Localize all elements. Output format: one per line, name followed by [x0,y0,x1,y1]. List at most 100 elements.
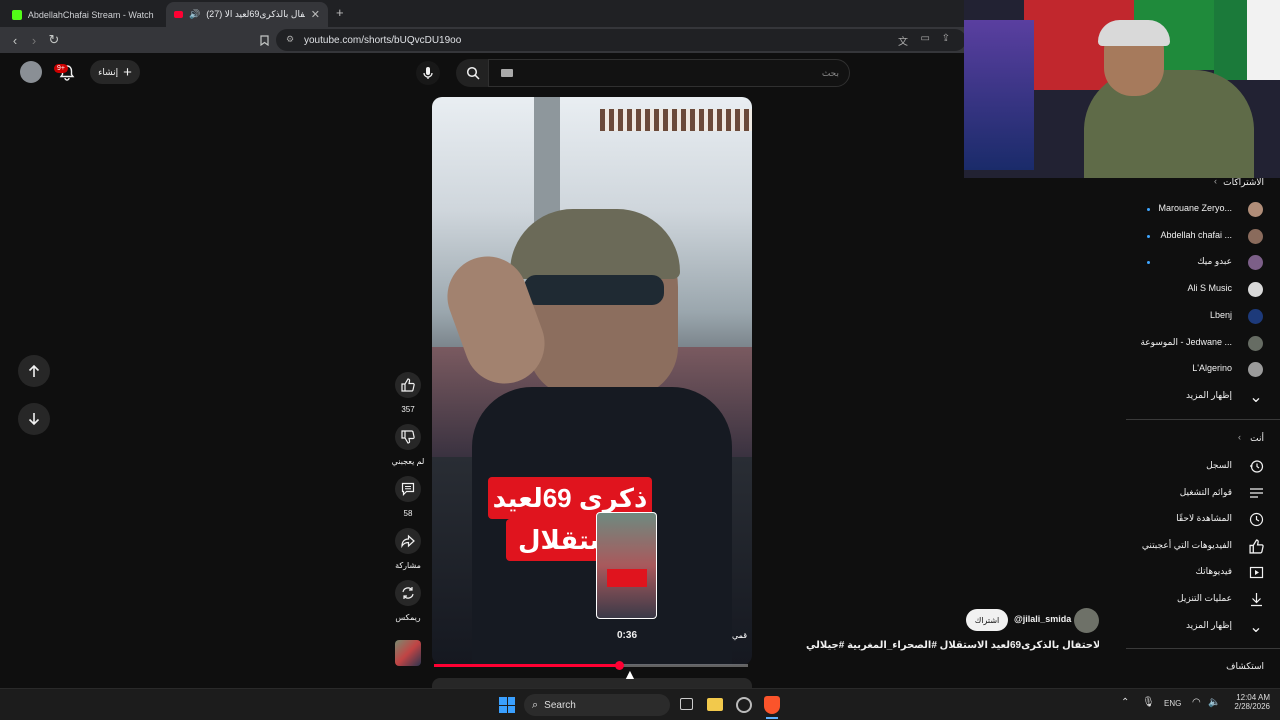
task-view-icon[interactable] [680,698,693,710]
create-button[interactable]: إنشاء + [90,60,140,84]
next-short-peek [432,678,752,688]
scrub-preview-thumbnail [596,512,657,619]
progress-bar[interactable] [434,661,748,670]
tab-stream[interactable]: AbdellahChafai Stream - Watch Live [4,2,162,27]
subscriptions-heading[interactable]: الاشتراكات [1223,177,1264,188]
sidebar-you-liked[interactable]: الفيديوهات التي أعجبتني [1142,540,1232,551]
previous-short-button[interactable] [18,355,50,387]
sidebar-you-history[interactable]: السجل [1206,460,1232,471]
bookmark-icon[interactable] [254,30,274,50]
clock-icon [1248,511,1264,527]
sidebar-you-playlists[interactable]: قوائم التشغيل [1180,487,1232,498]
brave-browser-icon[interactable] [764,696,780,714]
active-app-indicator [766,717,778,719]
comment-count: 58 [403,509,413,518]
subscribe-button[interactable]: اشتراك [966,609,1008,631]
share-label: مشاركة [395,561,421,570]
chevron-down-icon: ⌄ [1249,619,1263,636]
tab-youtube[interactable]: 🔊 (27) الاحتفال بالذكرى69لعيد الا ✕ [166,2,328,27]
cast-icon[interactable]: ▭ [921,33,930,44]
share-icon[interactable]: ⇪ [942,33,950,44]
channel-name[interactable]: @jilali_smida [1014,614,1071,624]
webcam-headset [1098,20,1170,46]
back-icon[interactable]: ‹ [5,30,25,50]
volume-icon[interactable]: 🔈 [1208,697,1220,708]
site-info-icon[interactable]: ⚙ [286,34,294,45]
sidebar-show-more-you[interactable]: إظهار المزيد [1186,620,1232,631]
comments-button[interactable] [395,476,421,502]
preview-banner [607,569,647,587]
avatar[interactable] [20,61,42,83]
channel-avatar [1248,309,1263,324]
obs-icon[interactable] [736,697,752,713]
chevron-up-icon[interactable]: ⌃ [1121,697,1129,708]
channel-avatar [1248,229,1263,244]
channel-avatar [1248,336,1263,351]
clock-date: 2/28/2026 [1234,702,1270,711]
reload-icon[interactable]: ↻ [44,30,64,50]
webcam-overlay [964,0,1280,178]
close-icon[interactable]: ✕ [311,8,320,21]
clock[interactable]: 12:04 AM 2/28/2026 [1226,693,1270,711]
taskbar-search-label: Search [544,699,576,711]
address-bar[interactable]: ⚙ youtube.com/shorts/bUQvcDU19oo 文 ▭ ⇪ [276,29,966,51]
forward-icon[interactable]: › [24,30,44,50]
remix-button[interactable] [395,580,421,606]
sidebar-show-more-subs[interactable]: إظهار المزيد [1186,390,1232,401]
you-heading[interactable]: أنت [1250,433,1264,444]
sidebar-sub-1[interactable]: Abdellah chafai ... [1160,230,1232,240]
sidebar-you-downloads[interactable]: عمليات التنزيل [1177,593,1232,604]
arrow-up-icon [28,364,40,377]
channel-avatar [1248,282,1263,297]
webcam-person-body [1084,70,1254,178]
search-input[interactable]: بحث [488,59,850,87]
sidebar-sub-6[interactable]: L'Algerino [1192,363,1232,373]
keyboard-icon[interactable] [501,69,513,77]
file-explorer-icon[interactable] [707,698,723,711]
wifi-icon[interactable]: ◠ [1192,697,1201,708]
audio-icon: 🔊 [188,9,201,19]
sidebar-sub-2[interactable]: عبدو ميك [1197,256,1232,267]
share-button[interactable] [395,528,421,554]
search-button[interactable] [456,59,490,87]
voice-search-button[interactable] [416,61,440,85]
channel-avatar[interactable] [1074,608,1099,633]
download-icon [1248,591,1264,607]
search-icon [466,66,480,80]
sidebar-sub-3[interactable]: Ali S Music [1187,283,1232,293]
dislike-button[interactable] [395,424,421,450]
explore-heading: استكشاف [1226,661,1264,671]
sidebar-you-watch-later[interactable]: المشاهدة لاحقًا [1176,513,1232,524]
sidebar-sub-5[interactable]: الموسوعة - Jedwane ... [1140,337,1232,348]
short-video-player[interactable]: ذكرى 69لعيد استقلال قمي [432,97,752,665]
edge-text: قمي [732,631,748,640]
comment-icon [401,482,415,496]
search-icon: ⌕ [532,698,539,711]
language-indicator[interactable]: ENG [1164,699,1181,708]
next-short-button[interactable] [18,403,50,435]
translate-icon[interactable]: 文 [898,33,908,48]
dislike-label: لم يعجبني [391,457,425,466]
like-button[interactable] [395,372,421,398]
new-tab-button[interactable]: + [336,5,344,20]
chevron-right-icon: ‹ [1238,432,1241,442]
windows-start-icon[interactable] [499,697,515,713]
channel-avatar [1248,202,1263,217]
preview-time: 0:36 [616,630,637,641]
kick-icon [12,9,22,20]
microphone-icon [423,67,433,79]
chevron-down-icon: ⌄ [1249,389,1263,406]
sidebar-sub-0[interactable]: Marouane Zeryo... [1158,203,1232,213]
video-sunglasses [524,275,664,305]
progress-fill [434,664,620,667]
sidebar-divider [1126,419,1280,420]
sound-thumbnail[interactable] [395,640,421,666]
short-title[interactable]: الاحتفال بالذكرى69لعيد الاستقلال #الصحرا… [806,640,1099,651]
thumbs-down-icon [401,430,415,444]
taskbar-search-box[interactable]: ⌕ Search [524,694,670,716]
arrow-down-icon [28,413,40,426]
microphone-icon[interactable]: 🎙 [1142,697,1155,708]
sidebar-you-videos[interactable]: فيديوهاتك [1196,566,1232,577]
sidebar-sub-4[interactable]: Lbenj [1210,310,1232,320]
video-icon [1248,564,1264,580]
